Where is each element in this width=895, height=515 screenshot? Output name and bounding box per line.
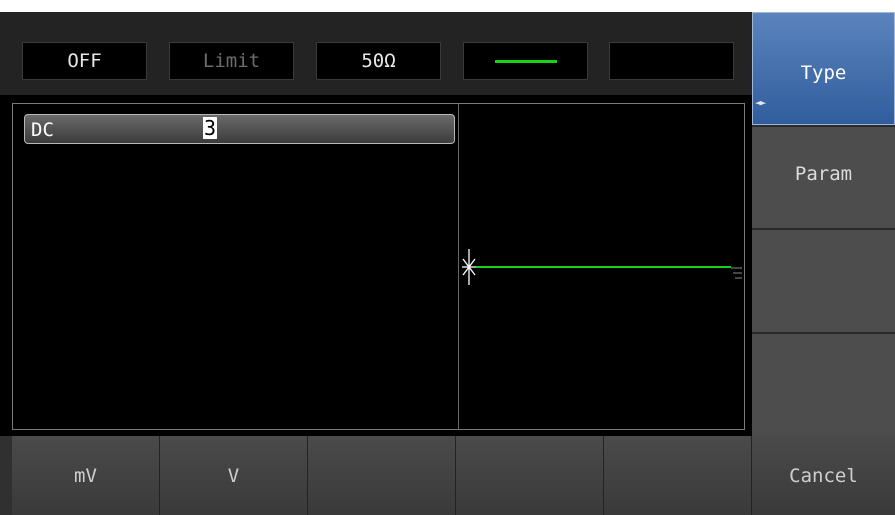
left-right-arrows-icon: ◄► <box>755 96 766 109</box>
softkey-3[interactable] <box>752 228 895 332</box>
unit-v-button[interactable]: V <box>160 436 308 515</box>
bottom-key-3[interactable] <box>308 436 456 515</box>
softkey-4[interactable] <box>752 332 895 436</box>
load-status-label: 50Ω <box>361 50 396 72</box>
dc-param-row[interactable]: DC 3 <box>24 114 455 144</box>
cross-marker-icon <box>462 249 476 285</box>
param-name: DC <box>31 119 54 141</box>
top-border <box>0 0 895 12</box>
status-bar: OFF Limit 50Ω <box>0 12 752 95</box>
unit-v-label: V <box>227 464 240 487</box>
waveform-preview <box>462 249 742 285</box>
output-status-box[interactable]: OFF <box>22 42 147 80</box>
empty-status-box <box>609 42 734 80</box>
load-status-box[interactable]: 50Ω <box>316 42 441 80</box>
softkey-param-label: Param <box>794 163 853 185</box>
unit-mv-label: mV <box>74 464 97 487</box>
waveform-indicator-box <box>463 42 588 80</box>
cancel-button[interactable]: Cancel <box>752 436 895 515</box>
bottom-key-4[interactable] <box>456 436 604 515</box>
limit-status-box[interactable]: Limit <box>169 42 294 80</box>
ground-icon <box>731 267 742 279</box>
limit-status-label: Limit <box>202 50 261 72</box>
cancel-label: Cancel <box>789 464 858 487</box>
bottom-key-5[interactable] <box>604 436 752 515</box>
waveform-indicator-line <box>494 59 557 63</box>
main-panel: DC 3 <box>12 103 745 430</box>
softkey-param[interactable]: Param <box>752 125 895 228</box>
softkey-type[interactable]: Type ◄► <box>752 12 895 125</box>
softkey-type-label: Type <box>800 62 847 84</box>
param-value-field[interactable]: 3 <box>203 117 218 139</box>
output-status-label: OFF <box>67 50 102 72</box>
unit-mv-button[interactable]: mV <box>12 436 160 515</box>
